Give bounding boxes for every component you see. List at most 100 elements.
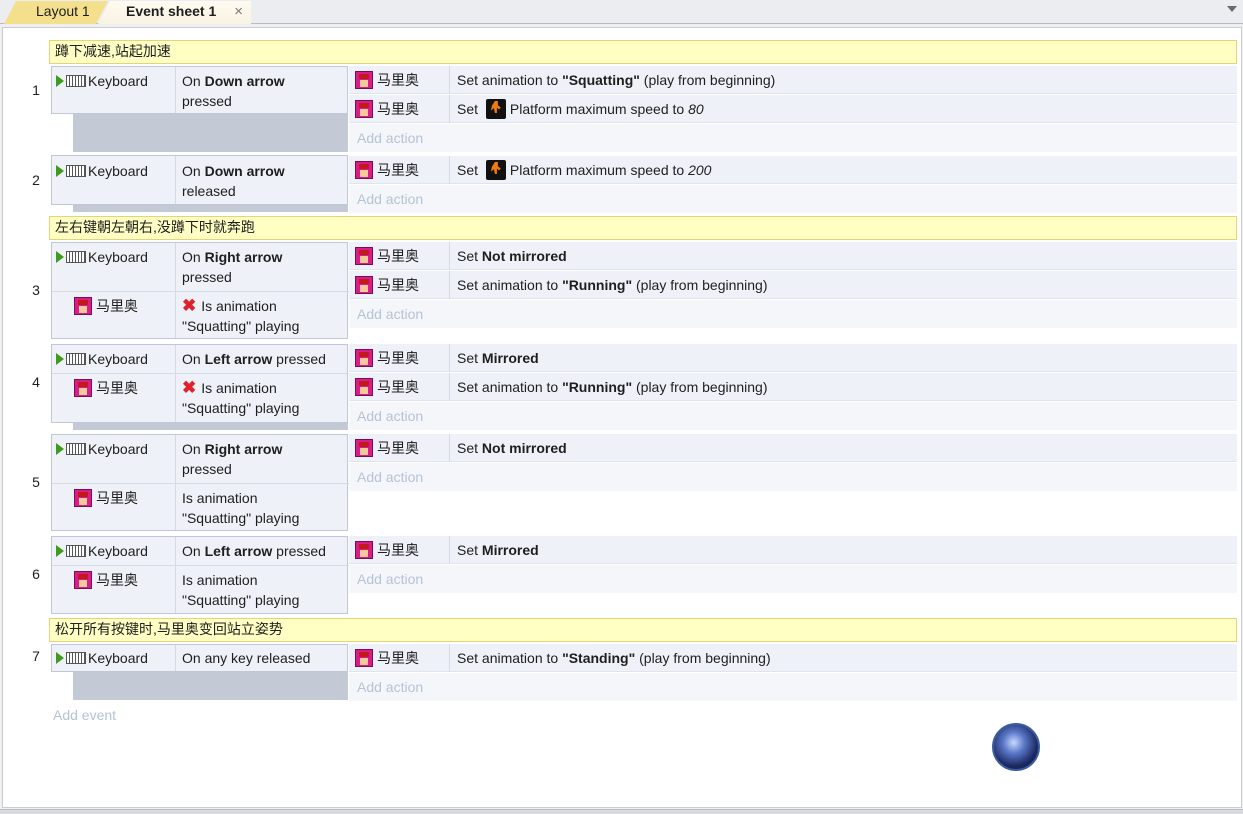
condition-text[interactable]: On Down arrow released [182,161,350,201]
condition-object[interactable]: Keyboard [56,439,148,459]
action-row[interactable]: 马里奥 Set animation to "Running" (play from… [349,373,1237,401]
action-object[interactable]: 马里奥 [355,275,449,295]
action-object[interactable]: 马里奥 [355,377,449,397]
action-object[interactable]: 马里奥 [355,99,449,119]
condition-block[interactable]: Keyboard On Down arrow pressed [51,66,348,114]
condition-text[interactable]: ✖ Is animation "Squatting" playing [182,378,350,418]
action-text[interactable]: Set animation to "Running" (play from be… [457,275,768,295]
action-text[interactable]: Set Not mirrored [457,246,567,266]
condition-object[interactable]: Keyboard [56,648,148,668]
action-row[interactable]: 马里奥 Set Mirrored [349,536,1237,564]
condition-text[interactable]: Is animation "Squatting" playing [182,488,350,528]
condition-text-line2: "Squatting" playing [182,400,300,416]
condition-block[interactable]: Keyboard On Left arrow pressed 马里奥 ✖ Is a… [51,344,350,423]
condition-block[interactable]: Keyboard On any key released [51,644,348,672]
action-object[interactable]: 马里奥 [355,540,449,560]
action-text[interactable]: Set animation to "Running" (play from be… [457,377,768,397]
condition-object-label: Keyboard [88,249,148,265]
condition-text[interactable]: On Down arrow pressed [182,71,350,111]
user-avatar-icon[interactable] [992,723,1040,771]
inverted-condition-icon: ✖ [182,378,197,397]
mario-icon [355,100,373,118]
add-action-link[interactable]: Add action [349,185,1237,213]
add-action-link[interactable]: Add action [349,402,1237,430]
comment-row[interactable]: 左右键朝左朝右,没蹲下时就奔跑 [49,216,1237,240]
add-event-link[interactable]: Add event [53,707,116,723]
action-row[interactable]: 马里奥 Set Mirrored [349,344,1237,372]
condition-object-label: Keyboard [88,650,148,666]
action-text-post: (play from beginning) [632,379,768,395]
condition-separator [52,373,349,374]
condition-filler [73,205,348,212]
action-text[interactable]: Set Platform maximum speed to 80 [457,99,704,119]
condition-object[interactable]: 马里奥 [74,570,138,590]
action-text[interactable]: Set Mirrored [457,540,539,560]
tab-event-sheet-1[interactable]: Event sheet 1 × [98,1,251,24]
condition-text[interactable]: On Left arrow pressed [182,349,350,369]
condition-object[interactable]: 马里奥 [74,378,138,398]
keyboard-icon [66,443,86,455]
add-action-link[interactable]: Add action [349,463,1237,491]
add-action-link[interactable]: Add action [349,300,1237,328]
condition-object[interactable]: Keyboard [56,161,148,181]
tab-bar: Layout 1 Event sheet 1 × [0,0,1243,24]
condition-object-label: 马里奥 [96,572,138,588]
condition-filler [73,114,348,152]
action-row[interactable]: 马里奥 Set Not mirrored [349,242,1237,270]
mario-icon [74,379,92,397]
action-divider [449,536,450,564]
condition-text[interactable]: On any key released [182,648,350,668]
action-row[interactable]: 马里奥 Set Platform maximum speed to 80 [349,95,1237,123]
condition-block[interactable]: Keyboard On Right arrow pressed 马里奥 ✖ Is a… [51,242,350,339]
condition-object[interactable]: 马里奥 [74,296,138,316]
condition-object[interactable]: Keyboard [56,349,148,369]
action-text-post: (play from beginning) [635,650,771,666]
action-text[interactable]: Set Not mirrored [457,438,567,458]
comment-row[interactable]: 蹲下减速,站起加速 [49,40,1237,64]
action-row[interactable]: 马里奥 Set animation to "Squatting" (play fr… [349,66,1237,94]
add-action-link[interactable]: Add action [349,673,1237,701]
action-object[interactable]: 马里奥 [355,160,449,180]
inverted-condition-icon: ✖ [182,296,197,315]
add-action-link[interactable]: Add action [349,565,1237,593]
add-action-link[interactable]: Add action [349,124,1237,152]
action-object[interactable]: 马里奥 [355,348,449,368]
tab-layout-1[interactable]: Layout 1 [4,1,108,24]
action-object[interactable]: 马里奥 [355,438,449,458]
action-divider [449,644,450,672]
comment-row[interactable]: 松开所有按键时,马里奥变回站立姿势 [49,618,1237,642]
action-divider [449,344,450,372]
close-icon[interactable]: × [234,1,243,22]
condition-block[interactable]: Keyboard On Down arrow released [51,155,348,205]
condition-text[interactable]: Is animation "Squatting" playing [182,570,350,610]
condition-text-post: pressed [182,93,232,109]
action-object[interactable]: 马里奥 [355,70,449,90]
condition-separator [52,291,349,292]
condition-object[interactable]: Keyboard [56,541,148,561]
condition-object[interactable]: 马里奥 [74,488,138,508]
action-row[interactable]: 马里奥 Set animation to "Running" (play from… [349,271,1237,299]
action-text[interactable]: Set animation to "Squatting" (play from … [457,70,775,90]
condition-object[interactable]: Keyboard [56,71,148,91]
condition-text[interactable]: On Right arrow pressed [182,247,350,287]
condition-text[interactable]: ✖ Is animation "Squatting" playing [182,296,350,336]
condition-object[interactable]: Keyboard [56,247,148,267]
action-text[interactable]: Set animation to "Standing" (play from b… [457,648,771,668]
condition-text[interactable]: On Right arrow pressed [182,439,350,479]
action-object[interactable]: 马里奥 [355,246,449,266]
condition-text-line1: Is animation [201,380,277,396]
condition-text-line1: Is animation [201,298,277,314]
action-row[interactable]: 马里奥 Set animation to "Standing" (play fro… [349,644,1237,672]
action-row[interactable]: 马里奥 Set Not mirrored [349,434,1237,462]
condition-text[interactable]: On Left arrow pressed [182,541,350,561]
action-text[interactable]: Set Platform maximum speed to 200 [457,160,711,180]
condition-block[interactable]: Keyboard On Left arrow pressed 马里奥 Is an… [51,536,350,614]
tab-list-dropdown-icon[interactable] [1227,6,1237,12]
action-text-bold: "Squatting" [562,72,640,88]
condition-block[interactable]: Keyboard On Right arrow pressed 马里奥 Is an… [51,434,350,531]
condition-text-post: pressed [182,269,232,285]
condition-separator [52,565,349,566]
action-object[interactable]: 马里奥 [355,648,449,668]
action-text[interactable]: Set Mirrored [457,348,539,368]
action-row[interactable]: 马里奥 Set Platform maximum speed to 200 [349,156,1237,184]
